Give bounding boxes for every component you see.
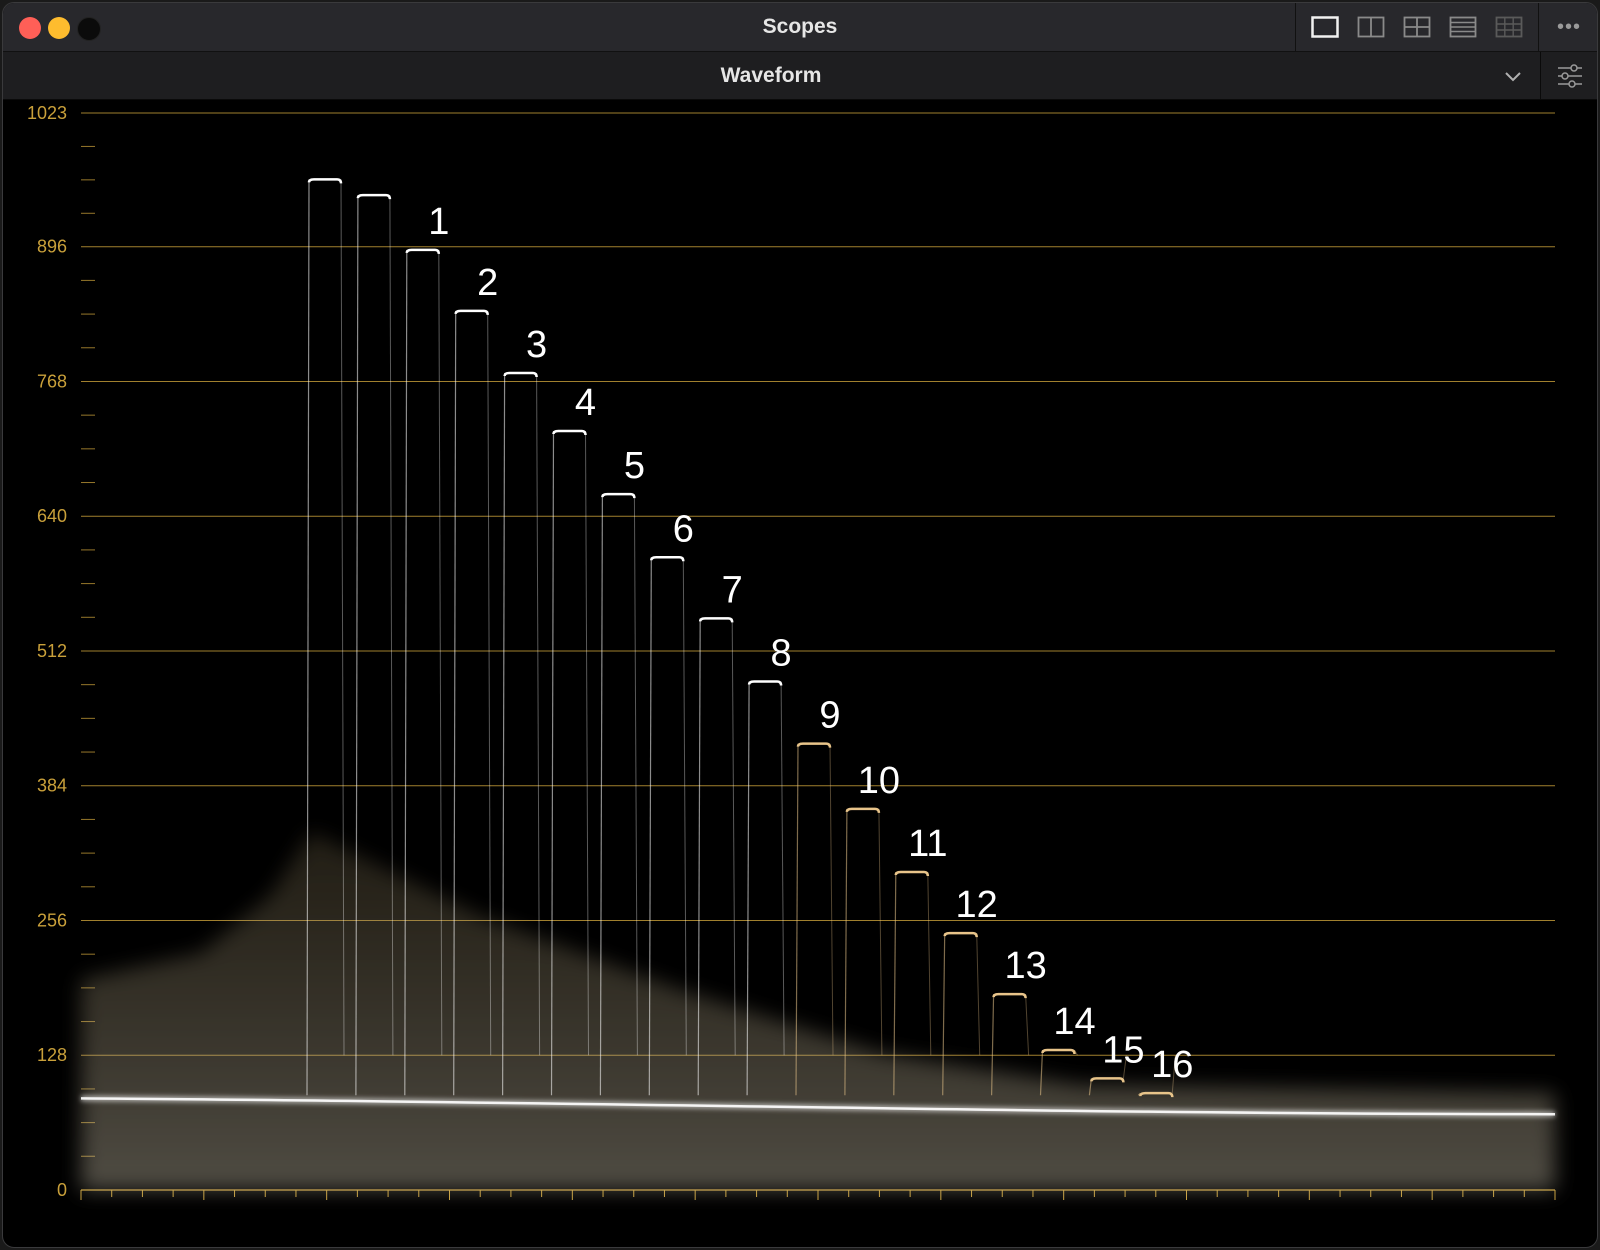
y-axis-tick-label: 896 bbox=[37, 237, 67, 257]
step-right-edge bbox=[633, 494, 638, 1056]
step-right-edge bbox=[1025, 994, 1030, 1056]
scope-header: Waveform bbox=[3, 52, 1597, 100]
step-number-label: 8 bbox=[771, 633, 792, 675]
y-axis-tick-label: 256 bbox=[37, 910, 67, 930]
chevron-down-icon bbox=[1505, 72, 1521, 82]
two-up-layout-button[interactable] bbox=[1357, 16, 1385, 38]
step-number-label: 5 bbox=[624, 445, 645, 487]
y-axis-tick-label: 1023 bbox=[27, 103, 67, 123]
single-layout-icon bbox=[1311, 16, 1339, 38]
step-right-edge bbox=[927, 872, 932, 1056]
rows-layout-button[interactable] bbox=[1449, 16, 1477, 38]
grid-layout-icon bbox=[1495, 16, 1523, 38]
scope-layout-selector bbox=[1295, 3, 1539, 51]
step-number-label: 10 bbox=[858, 760, 900, 802]
scope-type-dropdown[interactable]: Waveform bbox=[3, 52, 1539, 99]
y-axis-tick-label: 0 bbox=[57, 1180, 67, 1200]
step-right-edge bbox=[780, 681, 785, 1056]
step-number-label: 11 bbox=[908, 823, 947, 865]
rows-layout-icon bbox=[1449, 16, 1477, 38]
step-right-edge bbox=[829, 743, 834, 1056]
step-number-label: 4 bbox=[575, 382, 596, 424]
y-axis-tick-label: 640 bbox=[37, 506, 67, 526]
more-options-button[interactable]: ••• bbox=[1549, 17, 1589, 39]
step-number-label: 7 bbox=[722, 569, 743, 611]
step-number-label: 14 bbox=[1053, 1001, 1095, 1043]
quad-layout-icon bbox=[1403, 16, 1431, 38]
waveform-step: 12 bbox=[942, 884, 998, 1096]
single-layout-button[interactable] bbox=[1311, 16, 1339, 38]
step-number-label: 6 bbox=[673, 508, 694, 550]
y-axis-tick-label: 384 bbox=[37, 776, 67, 796]
scope-settings-button[interactable] bbox=[1540, 52, 1597, 99]
step-right-edge bbox=[731, 618, 736, 1056]
step-number-label: 15 bbox=[1102, 1029, 1144, 1071]
waveform-haze bbox=[81, 832, 1555, 1190]
two-up-layout-icon bbox=[1357, 16, 1385, 38]
sliders-icon bbox=[1557, 63, 1582, 88]
step-number-label: 3 bbox=[526, 324, 547, 366]
y-axis-tick-label: 512 bbox=[37, 641, 67, 661]
step-number-label: 16 bbox=[1151, 1044, 1193, 1086]
scope-type-label: Waveform bbox=[720, 64, 822, 87]
y-axis-tick-label: 768 bbox=[37, 371, 67, 391]
scopes-window: Scopes ••• Waveform 0 128 256 384 512 64… bbox=[2, 2, 1598, 1248]
waveform-scope: 0 128 256 384 512 640 768 896 1023 1 2 3 4 5 6 7 8 9 10 11 1… bbox=[3, 100, 1597, 1247]
step-number-label: 1 bbox=[428, 201, 449, 243]
step-right-edge bbox=[976, 933, 981, 1056]
step-right-edge bbox=[682, 557, 687, 1056]
step-number-label: 2 bbox=[477, 262, 498, 304]
y-axis-tick-label: 128 bbox=[37, 1045, 67, 1065]
step-number-label: 13 bbox=[1004, 945, 1046, 987]
waveform-plot: 0128256384512640768896102312345678910111… bbox=[27, 103, 1556, 1200]
quad-layout-button[interactable] bbox=[1403, 16, 1431, 38]
title-bar: Scopes ••• bbox=[3, 3, 1597, 52]
grid-layout-button[interactable] bbox=[1495, 16, 1523, 38]
step-right-edge bbox=[878, 808, 883, 1056]
waveform-step: 11 bbox=[893, 823, 948, 1096]
step-number-label: 9 bbox=[819, 695, 840, 737]
step-number-label: 12 bbox=[956, 884, 998, 926]
